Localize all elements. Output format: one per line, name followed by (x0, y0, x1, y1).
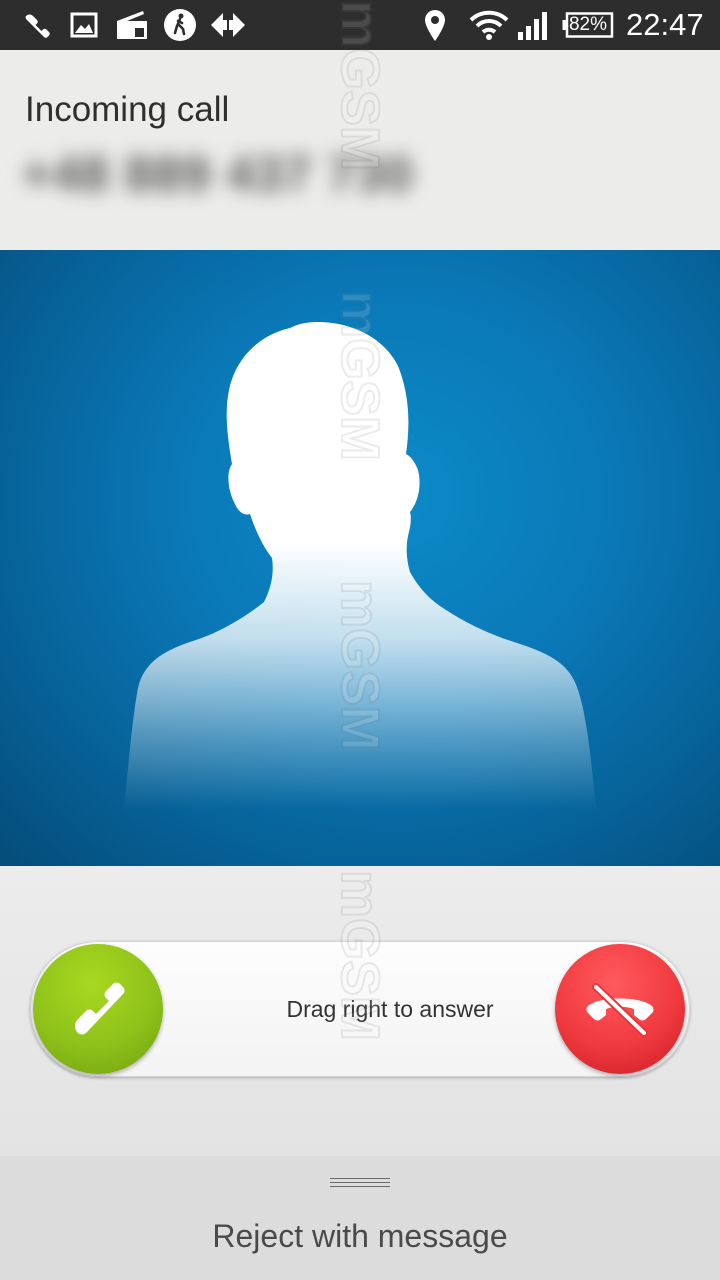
reject-button[interactable] (555, 944, 685, 1074)
status-bar: 82% 22:47 (0, 0, 720, 50)
contact-photo (0, 250, 720, 866)
location-icon (420, 8, 450, 42)
drag-handle[interactable] (330, 1178, 390, 1192)
phone-icon (20, 8, 54, 42)
caller-header: Incoming call +48 889 437 730 (0, 50, 720, 250)
incoming-call-screen: 82% 22:47 Incoming call +48 889 437 730 (0, 0, 720, 1280)
reject-with-message-label: Reject with message (212, 1218, 508, 1254)
answer-button[interactable] (33, 944, 163, 1074)
signal-icon (516, 8, 550, 42)
image-icon (68, 8, 100, 42)
battery-indicator: 82% (562, 12, 614, 38)
answer-slider[interactable]: Drag right to answer (30, 941, 690, 1077)
phone-answer-icon (75, 982, 125, 1035)
slider-hint: Drag right to answer (286, 996, 494, 1022)
phone-reject-icon (586, 983, 654, 1037)
battery-percent: 82% (568, 14, 608, 35)
call-status-title: Incoming call (25, 90, 230, 129)
wifi-icon (468, 8, 510, 42)
data-transfer-icon (208, 8, 248, 42)
radio-icon (112, 8, 152, 42)
reject-with-message-bar[interactable]: Reject with message (0, 1156, 720, 1280)
contact-silhouette (124, 322, 596, 810)
walk-icon (162, 8, 198, 42)
answer-panel: Drag right to answer (0, 866, 720, 1156)
caller-number: +48 889 437 730 (22, 146, 414, 202)
clock: 22:47 (626, 7, 704, 42)
